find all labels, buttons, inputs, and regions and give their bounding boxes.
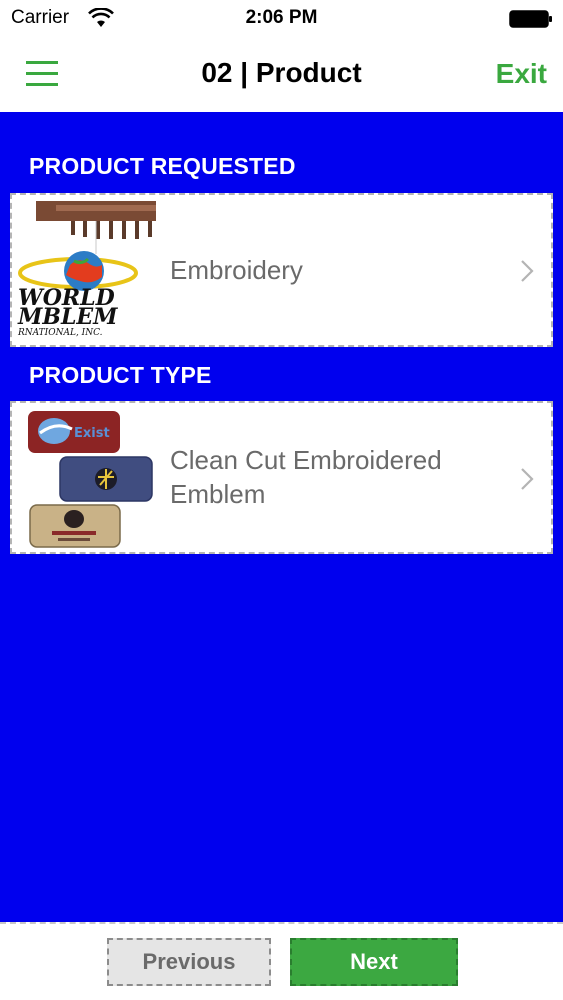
svg-text:MBLEM: MBLEM bbox=[17, 304, 118, 330]
chevron-right-icon bbox=[521, 468, 534, 490]
emblem-patches-image: Exist bbox=[16, 407, 156, 554]
svg-text:Exist: Exist bbox=[74, 426, 110, 441]
navigation-bar: 02 | Product Exit bbox=[0, 40, 563, 150]
clock: 2:06 PM bbox=[245, 7, 318, 28]
previous-button[interactable]: Previous bbox=[107, 938, 271, 986]
product-type-row[interactable]: Exist Clean Cut Embroidered Emblem bbox=[10, 401, 553, 554]
product-type-value-line1: Clean Cut Embroidered bbox=[170, 445, 442, 475]
section-title-product-type: PRODUCT TYPE bbox=[29, 362, 212, 388]
status-bar: Carrier 2:06 PM bbox=[0, 0, 563, 40]
world-emblem-logo: WORLD MBLEM RNATIONAL, INC. bbox=[16, 199, 156, 344]
product-requested-row[interactable]: WORLD MBLEM RNATIONAL, INC. Embroidery bbox=[10, 193, 553, 347]
bottom-toolbar: Previous Next bbox=[0, 922, 563, 1000]
exit-button[interactable]: Exit bbox=[496, 58, 547, 90]
next-button[interactable]: Next bbox=[290, 938, 458, 986]
menu-button[interactable] bbox=[26, 57, 58, 89]
chevron-right-icon bbox=[521, 260, 534, 282]
battery-icon bbox=[509, 10, 552, 28]
product-type-value: Clean Cut Embroidered Emblem bbox=[170, 443, 442, 511]
product-type-value-line2: Emblem bbox=[170, 479, 266, 509]
section-title-product-requested: PRODUCT REQUESTED bbox=[29, 153, 296, 179]
main-content: PRODUCT REQUESTED WORLD MBLEM RNATIONAL,… bbox=[0, 112, 563, 922]
svg-text:RNATIONAL, INC.: RNATIONAL, INC. bbox=[17, 328, 103, 338]
product-requested-value: Embroidery bbox=[170, 255, 303, 285]
page-title: 02 | Product bbox=[201, 57, 362, 88]
